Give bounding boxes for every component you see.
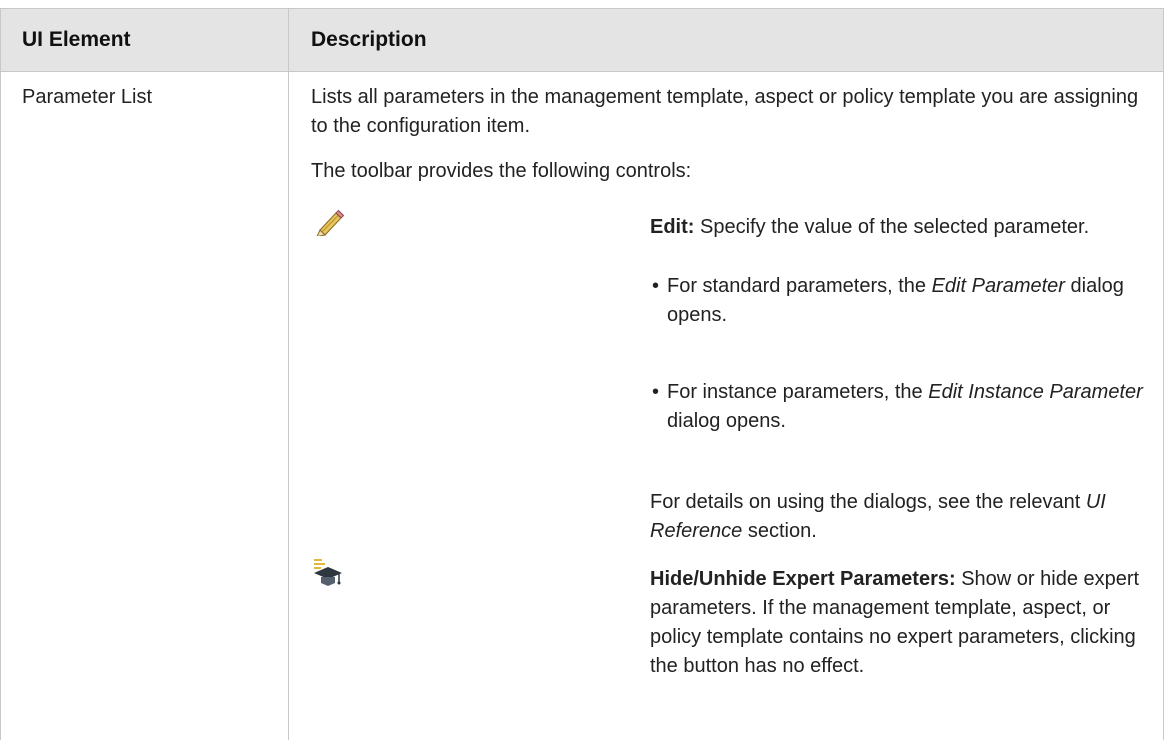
description-intro: Lists all parameters in the management t… — [311, 86, 1139, 137]
list-item: • For instance parameters, the Edit Inst… — [652, 381, 1143, 432]
dialogs-details-text: For details on using the dialogs, see th… — [650, 491, 1106, 542]
header-ui-element: UI Element — [22, 28, 131, 51]
pencil-edit-icon[interactable] — [314, 208, 345, 242]
table-column-divider — [288, 8, 289, 740]
list-item: • For standard parameters, the Edit Para… — [652, 275, 1124, 326]
edit-control-title: Edit: — [650, 216, 695, 238]
parameter-list-table: UI Element Description Parameter List Li… — [0, 0, 1164, 740]
toolbar-intro: The toolbar provides the following contr… — [311, 160, 692, 182]
table-header-row: UI Element Description — [0, 8, 1164, 72]
graduation-cap-expert-icon[interactable] — [312, 558, 346, 596]
expert-control-title: Hide/Unhide Expert Parameters: — [650, 568, 956, 590]
ui-element-name: Parameter List — [22, 86, 153, 108]
expert-parameters-control-description: Hide/Unhide Expert Parameters: Show or h… — [650, 565, 1150, 681]
edit-control-description: Edit: Specify the value of the selected … — [650, 213, 1150, 242]
edit-control-text: Specify the value of the selected parame… — [700, 216, 1090, 238]
header-description: Description — [311, 28, 427, 51]
table-border-left — [0, 8, 1, 740]
